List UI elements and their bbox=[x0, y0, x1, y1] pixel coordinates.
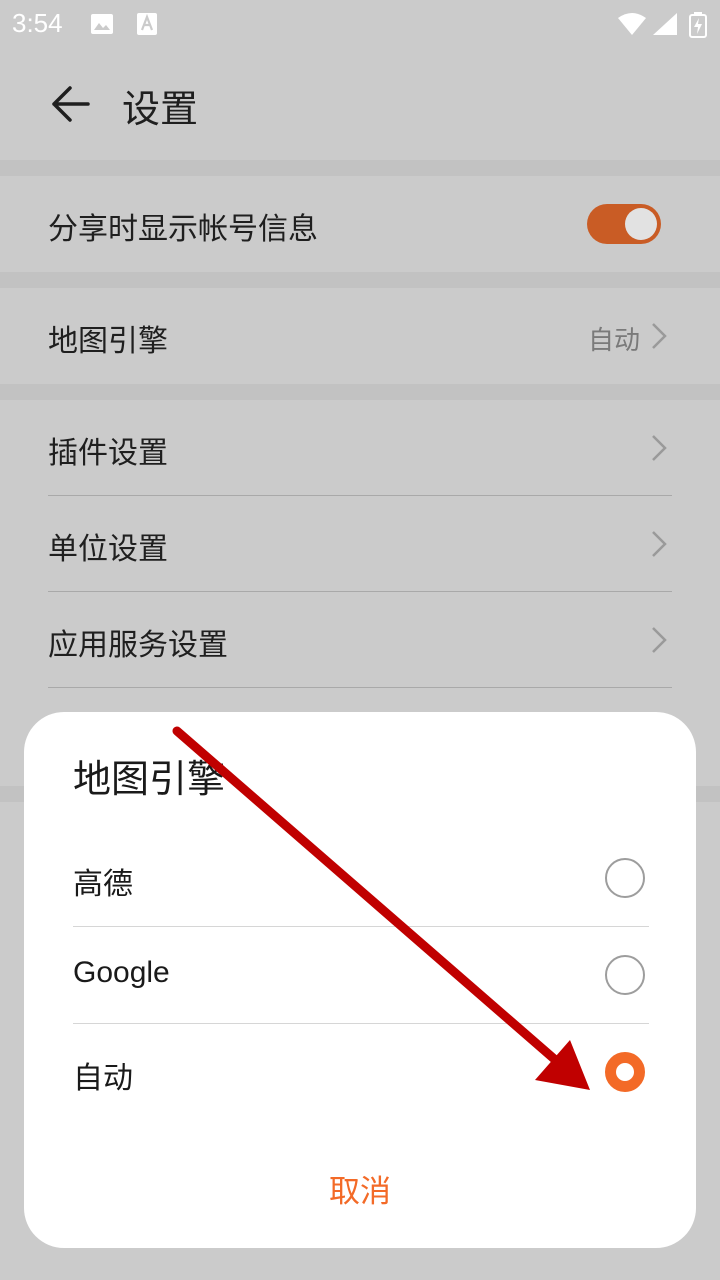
list-item-units[interactable]: 单位设置 bbox=[0, 496, 720, 591]
list-item-label: 单位设置 bbox=[48, 532, 168, 567]
list-divider bbox=[48, 687, 672, 688]
section-separator bbox=[0, 272, 720, 288]
chevron-right-icon bbox=[652, 435, 667, 461]
chevron-right-icon bbox=[652, 531, 667, 557]
map-engine-value: 自动 bbox=[587, 326, 640, 356]
map-engine-dialog: 地图引擎 高德 Google 自动 取消 bbox=[24, 712, 696, 1248]
list-item-label: 插件设置 bbox=[48, 436, 168, 471]
share-account-label: 分享时显示帐号信息 bbox=[48, 212, 318, 247]
share-account-toggle[interactable] bbox=[587, 204, 661, 244]
option-label: 高德 bbox=[73, 868, 133, 901]
wifi-icon bbox=[618, 13, 646, 35]
list-item-plugins[interactable]: 插件设置 bbox=[0, 400, 720, 495]
a-text-icon bbox=[137, 13, 157, 35]
option-label: Google bbox=[73, 956, 170, 989]
option-auto[interactable]: 自动 bbox=[73, 1023, 649, 1120]
app-header: 设置 bbox=[0, 48, 720, 160]
signal-icon bbox=[653, 13, 677, 35]
image-icon bbox=[91, 14, 113, 34]
list-item-label: 应用服务设置 bbox=[48, 628, 228, 663]
chevron-right-icon bbox=[652, 323, 667, 349]
radio-auto[interactable] bbox=[605, 1052, 645, 1092]
page-title: 设置 bbox=[122, 87, 199, 131]
status-bar: 3:54 bbox=[0, 0, 720, 48]
dialog-title: 地图引擎 bbox=[73, 757, 226, 801]
section-separator bbox=[0, 160, 720, 176]
toggle-knob bbox=[625, 208, 657, 240]
option-gaode[interactable]: 高德 bbox=[73, 829, 649, 926]
map-engine-label: 地图引擎 bbox=[48, 324, 168, 359]
battery-icon bbox=[689, 12, 707, 38]
list-item-app-services[interactable]: 应用服务设置 bbox=[0, 592, 720, 687]
radio-gaode[interactable] bbox=[605, 858, 645, 898]
option-google[interactable]: Google bbox=[73, 926, 649, 1023]
map-engine-row[interactable]: 地图引擎 自动 bbox=[0, 288, 720, 384]
section-separator bbox=[0, 384, 720, 400]
chevron-right-icon bbox=[652, 627, 667, 653]
cancel-button[interactable]: 取消 bbox=[260, 1158, 460, 1226]
arrow-left-icon[interactable] bbox=[44, 80, 100, 128]
radio-google[interactable] bbox=[605, 955, 645, 995]
option-label: 自动 bbox=[73, 1062, 133, 1095]
status-time: 3:54 bbox=[12, 8, 63, 38]
